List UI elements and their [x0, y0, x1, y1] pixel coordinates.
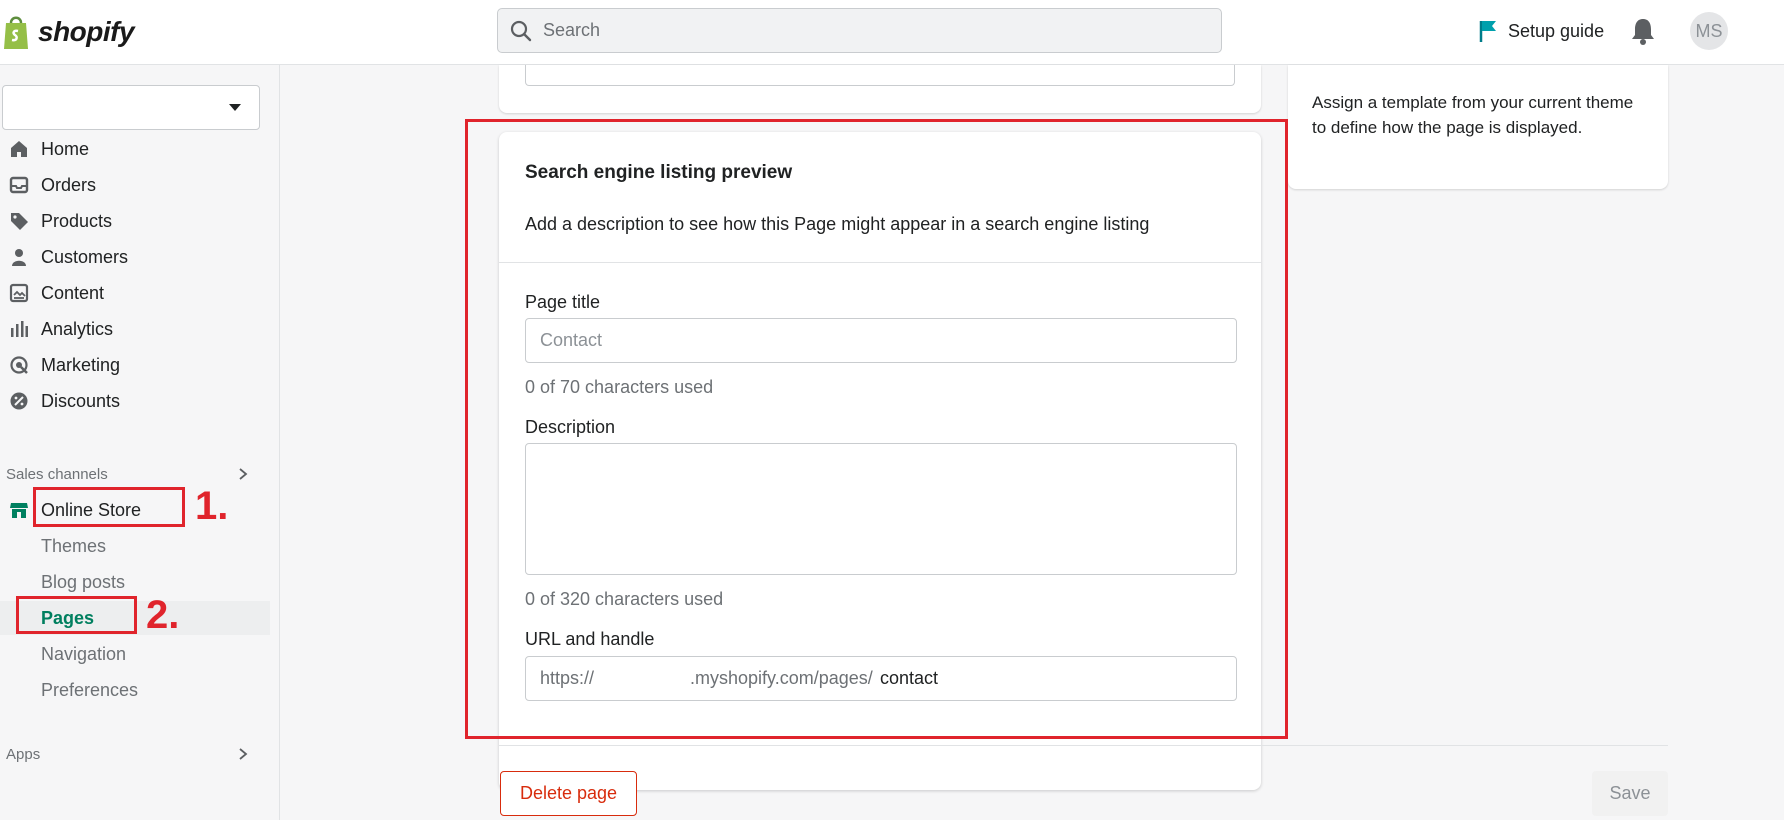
- annotation-step-2: 2.: [146, 593, 180, 637]
- template-card: Assign a template from your current them…: [1288, 65, 1668, 189]
- content-field[interactable]: [525, 65, 1235, 86]
- image-icon: [9, 283, 29, 303]
- store-icon: [10, 503, 28, 518]
- search-bar[interactable]: [497, 8, 1222, 53]
- setup-guide-label: Setup guide: [1508, 20, 1605, 41]
- bell-icon[interactable]: [1630, 16, 1656, 46]
- target-icon: [10, 356, 28, 374]
- sidebar: Home Orders Products Customers Content A…: [0, 65, 280, 820]
- tag-icon: [11, 213, 28, 230]
- user-avatar[interactable]: MS: [1690, 12, 1728, 50]
- sidebar-item-content[interactable]: Content: [0, 276, 270, 310]
- store-selector[interactable]: [2, 85, 260, 130]
- shopify-logo[interactable]: shopify: [0, 12, 135, 52]
- shopify-bag-icon: [4, 16, 28, 49]
- sidebar-subitem-label: Blog posts: [41, 571, 126, 592]
- sidebar-item-discounts[interactable]: Discounts: [0, 384, 270, 418]
- footer-divider: [499, 745, 1668, 746]
- store-name-redacted: [15, 96, 165, 120]
- sales-channels-heading: Sales channels: [6, 466, 108, 483]
- sidebar-item-customers[interactable]: Customers: [0, 240, 270, 274]
- template-help-text: Assign a template from your current them…: [1312, 93, 1634, 137]
- apps-heading: Apps: [6, 746, 41, 763]
- setup-guide-button[interactable]: Setup guide: [1478, 16, 1604, 46]
- inbox-icon: [9, 176, 29, 194]
- sidebar-subitem-navigation[interactable]: Navigation: [0, 637, 270, 671]
- sidebar-item-products[interactable]: Products: [0, 204, 270, 238]
- bar-chart-icon: [11, 321, 28, 337]
- save-button[interactable]: Save: [1592, 771, 1668, 816]
- sidebar-subitem-themes[interactable]: Themes: [0, 529, 270, 563]
- delete-page-button[interactable]: Delete page: [500, 771, 637, 816]
- discount-icon: [10, 392, 28, 410]
- annotation-step-1: 1.: [195, 484, 229, 528]
- sidebar-subitem-label: Preferences: [41, 679, 139, 700]
- flag-icon: [1479, 21, 1496, 42]
- person-icon: [12, 249, 26, 266]
- annotation-box-seo-card: [465, 119, 1288, 739]
- sidebar-subitem-label: Navigation: [41, 643, 127, 664]
- content-card: [499, 65, 1261, 113]
- home-icon: [11, 141, 27, 157]
- chevron-right-icon[interactable]: [236, 747, 250, 761]
- sidebar-item-label: Content: [41, 282, 105, 303]
- sidebar-item-label: Discounts: [41, 390, 121, 411]
- sidebar-item-label: Orders: [41, 174, 97, 195]
- sidebar-item-label: Analytics: [41, 318, 114, 339]
- sidebar-item-label: Customers: [41, 246, 129, 267]
- sidebar-subitem-blog-posts[interactable]: Blog posts: [0, 565, 270, 599]
- search-input[interactable]: [543, 9, 1203, 52]
- sidebar-item-orders[interactable]: Orders: [0, 168, 270, 202]
- sidebar-item-marketing[interactable]: Marketing: [0, 348, 270, 382]
- sidebar-item-home[interactable]: Home: [0, 132, 270, 166]
- search-icon: [510, 20, 532, 42]
- caret-down-icon: [229, 104, 241, 111]
- sidebar-item-label: Home: [41, 138, 90, 159]
- sidebar-subitem-label: Themes: [41, 535, 107, 556]
- sidebar-item-label: Marketing: [41, 354, 121, 375]
- chevron-right-icon[interactable]: [236, 467, 250, 481]
- annotation-box-online-store: [33, 487, 185, 527]
- annotation-box-pages: [16, 596, 137, 634]
- sidebar-item-analytics[interactable]: Analytics: [0, 312, 270, 346]
- sidebar-item-label: Products: [41, 210, 113, 231]
- brand-name: shopify: [38, 16, 135, 47]
- top-bar: shopify Setup guide MS: [0, 0, 1784, 65]
- sidebar-subitem-preferences[interactable]: Preferences: [0, 673, 270, 707]
